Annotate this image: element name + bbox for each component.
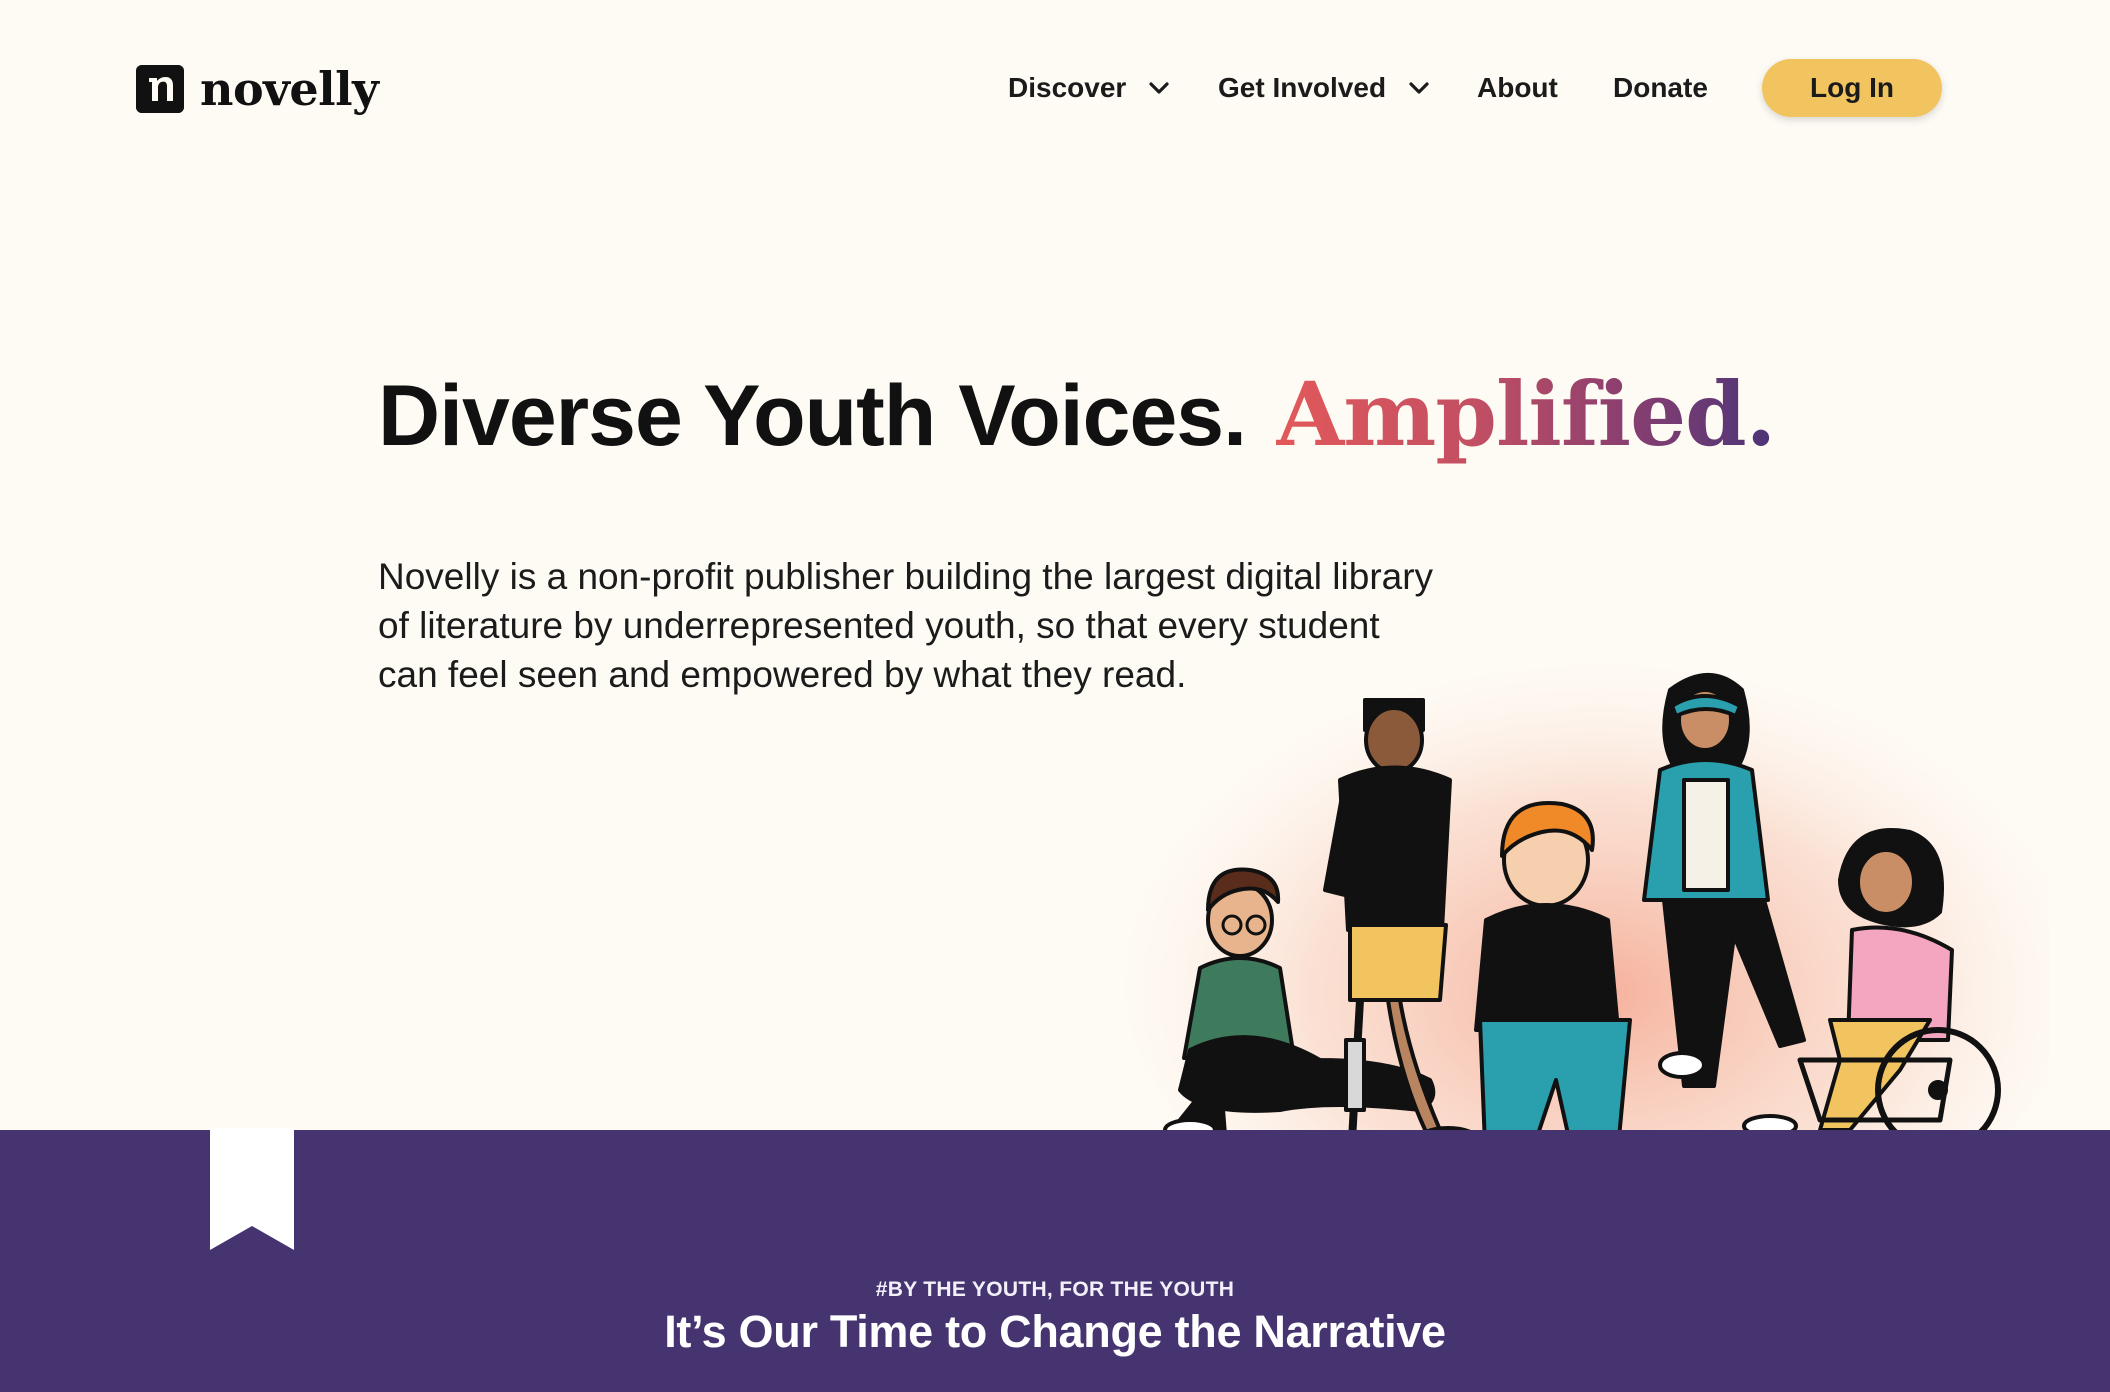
nav-item-get-involved[interactable]: Get Involved [1218,60,1430,116]
bookmark-icon [210,1128,294,1250]
chevron-down-icon [1149,82,1169,94]
hero-title-accent: Amplified. [1276,362,1776,466]
nav-item-donate-label: Donate [1613,72,1708,103]
nav-item-discover-label: Discover [1008,72,1127,103]
chevron-down-icon [1409,82,1429,94]
banner-heading: It’s Our Time to Change the Narrative [664,1306,1446,1357]
hero-illustration [1040,620,2050,1180]
nav-item-discover[interactable]: Discover [1008,60,1170,116]
site-header: novelly Discover Get Involved About Dona… [0,0,2110,180]
nav-item-donate[interactable]: Donate [1613,60,1708,116]
hero-title: Diverse Youth Voices. Amplified. [378,362,1776,466]
nav-item-about-label: About [1477,72,1558,103]
banner-kicker: #BY THE YOUTH, FOR THE YOUTH [875,1278,1235,1301]
login-button[interactable]: Log In [1762,59,1942,117]
hero-title-main: Diverse Youth Voices. [378,368,1247,464]
nav-item-get-involved-label: Get Involved [1218,72,1387,103]
nav-item-about[interactable]: About [1477,60,1558,116]
